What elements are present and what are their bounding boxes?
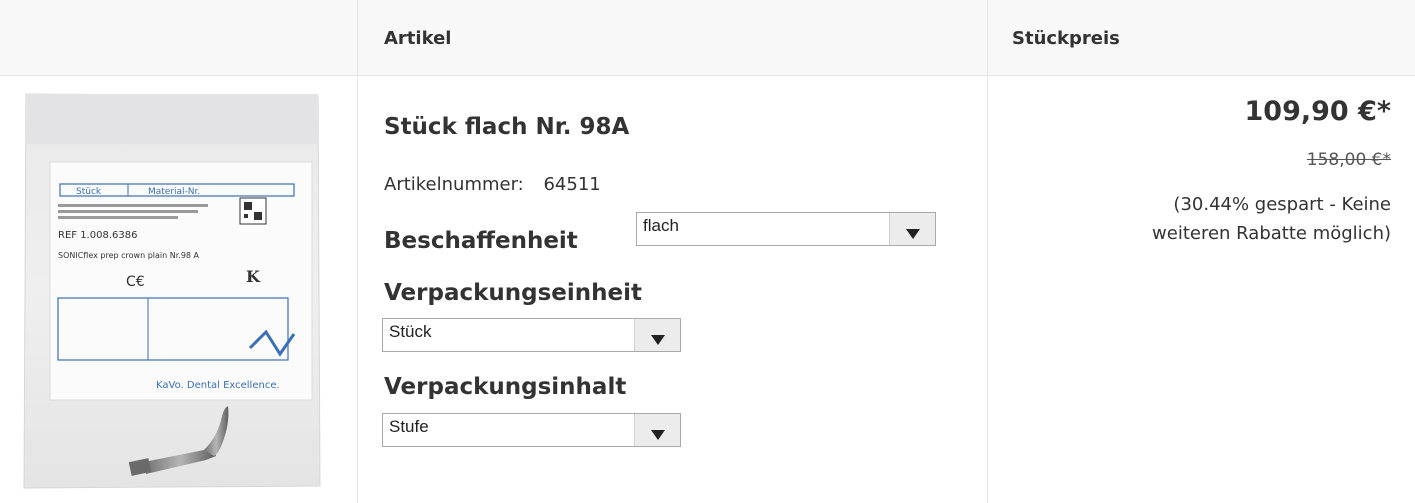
svg-text:K: K xyxy=(246,267,261,286)
old-price: 158,00 €* xyxy=(1306,150,1391,170)
header-unit-price: Stückpreis xyxy=(1012,28,1120,49)
image-brand: KaVo. Dental Excellence. xyxy=(156,380,280,391)
article-number-label: Artikelnummer: xyxy=(384,174,524,195)
verpackungsinhalt-label: Verpackungsinhalt xyxy=(384,374,627,400)
unit-price: 109,90 €* xyxy=(1244,96,1392,127)
saving-note-line1: (30.44% gespart - Keine xyxy=(1173,194,1391,215)
column-divider xyxy=(987,0,988,503)
chevron-down-icon xyxy=(634,414,680,446)
beschaffenheit-value: flach xyxy=(643,216,679,235)
chevron-down-icon xyxy=(634,319,680,351)
svg-text:C€: C€ xyxy=(126,274,145,290)
verpackungseinheit-select[interactable]: Stück xyxy=(382,318,681,352)
cart-table: Artikel Stückpreis Stück Material-Nr. RE… xyxy=(0,0,1415,503)
article-number-row: Artikelnummer: 64511 xyxy=(384,174,601,195)
table-header-row: Artikel Stückpreis xyxy=(0,0,1415,76)
verpackungseinheit-label: Verpackungseinheit xyxy=(384,280,643,306)
chevron-down-icon xyxy=(889,213,935,245)
saving-note-line2: weiteren Rabatte möglich) xyxy=(1152,223,1391,244)
verpackungsinhalt-select[interactable]: Stufe xyxy=(382,413,681,447)
article-number-value: 64511 xyxy=(543,174,601,195)
beschaffenheit-select[interactable]: flach xyxy=(636,212,936,246)
saving-note: (30.44% gespart - Keine weiteren Rabatte… xyxy=(1051,190,1391,248)
verpackungseinheit-value: Stück xyxy=(389,322,432,341)
beschaffenheit-label: Beschaffenheit xyxy=(384,228,578,254)
verpackungsinhalt-value: Stufe xyxy=(389,417,429,436)
image-product-name: SONICflex prep crown plain Nr.98 A xyxy=(58,251,200,260)
image-ref: REF 1.008.6386 xyxy=(58,230,137,241)
column-divider xyxy=(357,0,358,503)
image-col-stueck: Stück xyxy=(76,187,102,197)
product-image[interactable]: Stück Material-Nr. REF 1.008.6386 SONICf… xyxy=(18,86,326,491)
product-title[interactable]: Stück flach Nr. 98A xyxy=(384,114,629,140)
image-col-material: Material-Nr. xyxy=(148,187,200,197)
header-article: Artikel xyxy=(384,28,452,49)
